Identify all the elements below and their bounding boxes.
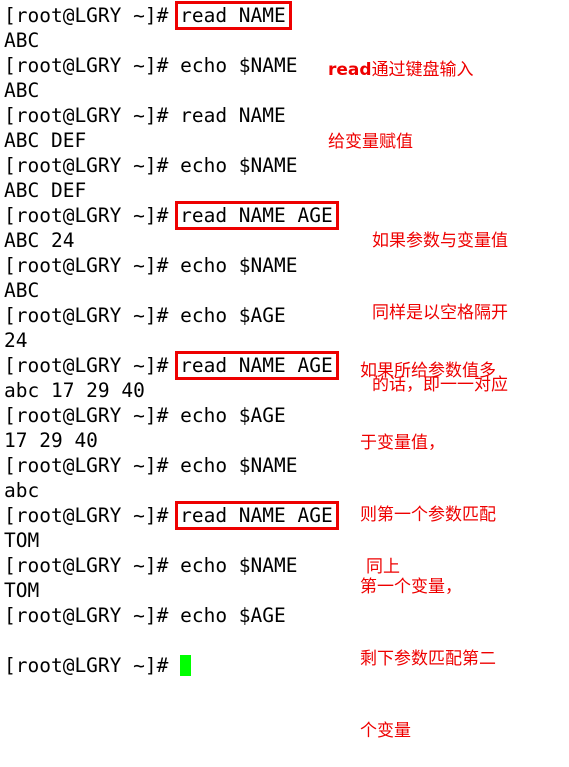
annotation-line: 如果所给参数值多 bbox=[360, 361, 496, 381]
annotation-line: 同上 bbox=[366, 557, 400, 577]
command-line: [root@LGRY ~]# echo $AGE bbox=[4, 303, 336, 328]
highlighted-command: read NAME AGE bbox=[175, 351, 339, 380]
shell-prompt: [root@LGRY ~]# bbox=[4, 54, 181, 77]
output-line: ABC bbox=[4, 79, 40, 102]
command-line: [root@LGRY ~]# echo $AGE bbox=[4, 603, 336, 628]
command-text: echo $NAME bbox=[180, 554, 298, 577]
output-line: 17 29 40 bbox=[4, 429, 98, 452]
annotation-line: 给变量赋值 bbox=[328, 132, 413, 152]
output-line: TOM bbox=[4, 529, 40, 552]
highlighted-command: read NAME bbox=[175, 1, 292, 30]
shell-prompt: [root@LGRY ~]# bbox=[4, 254, 181, 277]
annotation-bold-prefix: read bbox=[328, 60, 372, 80]
annotation-line: read通过键盘输入 bbox=[328, 60, 474, 80]
command-text: echo $NAME bbox=[180, 54, 298, 77]
shell-prompt: [root@LGRY ~]# bbox=[4, 104, 181, 127]
command-text: read NAME bbox=[180, 104, 286, 127]
shell-prompt: [root@LGRY ~]# bbox=[4, 304, 181, 327]
output-line: abc 17 29 40 bbox=[4, 379, 145, 402]
shell-prompt: [root@LGRY ~]# bbox=[4, 204, 181, 227]
shell-prompt: [root@LGRY ~]# bbox=[4, 554, 181, 577]
active-prompt-line: [root@LGRY ~]# bbox=[4, 653, 336, 678]
annotation-read-keyboard: read通过键盘输入 给变量赋值 bbox=[328, 10, 474, 178]
command-text: echo $AGE bbox=[180, 304, 286, 327]
terminal-output[interactable]: [root@LGRY ~]# read NAME ABC [root@LGRY ~]… bbox=[4, 1, 339, 678]
shell-prompt: [root@LGRY ~]# bbox=[4, 654, 181, 677]
shell-prompt: [root@LGRY ~]# bbox=[4, 354, 181, 377]
annotation-line: 个变量 bbox=[360, 721, 411, 741]
command-text: echo $NAME bbox=[180, 154, 298, 177]
command-line: [root@LGRY ~]# echo $AGE bbox=[4, 403, 336, 428]
highlighted-command: read NAME AGE bbox=[175, 501, 339, 530]
command-line: [root@LGRY ~]# read NAME AGE bbox=[4, 501, 339, 530]
command-line: [root@LGRY ~]# read NAME bbox=[4, 1, 336, 30]
command-line: [root@LGRY ~]# echo $NAME bbox=[4, 53, 336, 78]
output-line: TOM bbox=[4, 579, 40, 602]
shell-prompt: [root@LGRY ~]# bbox=[4, 504, 181, 527]
command-text: echo $NAME bbox=[180, 254, 298, 277]
shell-prompt: [root@LGRY ~]# bbox=[4, 154, 181, 177]
command-line: [root@LGRY ~]# read NAME AGE bbox=[4, 201, 339, 230]
command-line: [root@LGRY ~]# echo $NAME bbox=[4, 553, 336, 578]
output-line: 24 bbox=[4, 329, 28, 352]
cursor-block[interactable] bbox=[180, 655, 192, 676]
shell-prompt: [root@LGRY ~]# bbox=[4, 4, 181, 27]
command-line: [root@LGRY ~]# read NAME bbox=[4, 103, 336, 128]
annotation-same-as-above: 同上 bbox=[366, 507, 400, 603]
annotation-line: 如果参数与变量值 bbox=[372, 231, 508, 251]
command-line: [root@LGRY ~]# echo $NAME bbox=[4, 453, 336, 478]
command-line: [root@LGRY ~]# read NAME AGE bbox=[4, 351, 339, 380]
annotation-line: 于变量值， bbox=[360, 433, 445, 453]
shell-prompt: [root@LGRY ~]# bbox=[4, 454, 181, 477]
annotation-line: 剩下参数匹配第二 bbox=[360, 649, 496, 669]
command-line: [root@LGRY ~]# echo $NAME bbox=[4, 153, 336, 178]
command-text: echo $AGE bbox=[180, 604, 286, 627]
output-line: ABC DEF bbox=[4, 129, 87, 152]
command-text: echo $NAME bbox=[180, 454, 298, 477]
command-text: echo $AGE bbox=[180, 404, 286, 427]
shell-prompt: [root@LGRY ~]# bbox=[4, 404, 181, 427]
output-line: ABC DEF bbox=[4, 179, 87, 202]
shell-prompt: [root@LGRY ~]# bbox=[4, 604, 181, 627]
output-line: ABC bbox=[4, 279, 40, 302]
output-line: abc bbox=[4, 479, 40, 502]
output-line: ABC 24 bbox=[4, 229, 75, 252]
command-line: [root@LGRY ~]# echo $NAME bbox=[4, 253, 336, 278]
highlighted-command: read NAME AGE bbox=[175, 201, 339, 230]
output-line: ABC bbox=[4, 29, 40, 52]
